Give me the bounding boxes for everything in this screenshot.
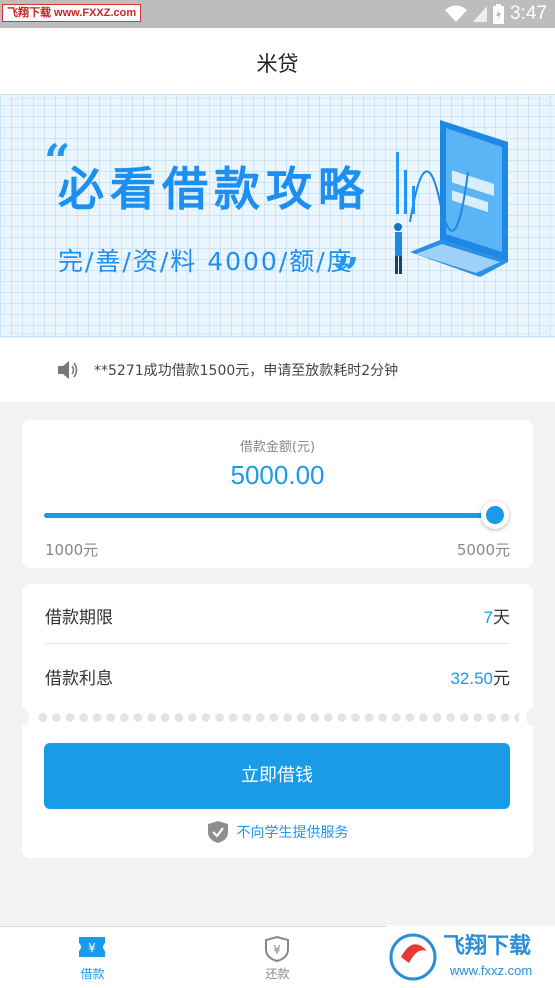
clock: 3:47: [510, 3, 547, 24]
notice-text: **5271成功借款1500元，申请至放款耗时2分钟: [94, 363, 399, 379]
notice-bar: **5271成功借款1500元，申请至放款耗时2分钟: [0, 338, 555, 402]
amount-value: 5000.00: [230, 460, 325, 490]
interest-unit: 元: [493, 669, 510, 689]
loan-term-label: 借款期限: [45, 608, 113, 628]
ticket-notch-left: [15, 708, 29, 726]
loan-term-value: 7天: [484, 603, 510, 628]
interest-row: 借款利息 32.50元: [45, 645, 510, 705]
svg-text:¥: ¥: [273, 943, 281, 957]
status-bar: 飞翔下载 www.FXXZ.com 3:47: [0, 0, 555, 28]
loan-term-unit: 天: [493, 608, 510, 628]
page-title: 米贷: [256, 52, 299, 76]
status-icons: 3:47: [445, 3, 547, 25]
watermark-brand: 飞翔下载: [443, 933, 531, 959]
speaker-icon: [58, 361, 78, 379]
terms-card: 借款期限 7天 借款利息 32.50元 立即借钱 不向学生提供服务: [15, 584, 540, 858]
wifi-icon: [445, 5, 468, 22]
tab-borrow-label: 借款: [80, 967, 105, 981]
svg-text:¥: ¥: [88, 941, 96, 955]
loan-term-number: 7: [483, 608, 493, 627]
interest-value: 32.50元: [450, 664, 510, 689]
interest-label: 借款利息: [45, 669, 113, 689]
slider-thumb[interactable]: [481, 501, 509, 529]
signal-icon: [473, 6, 488, 22]
loan-term-row[interactable]: 借款期限 7天: [45, 584, 510, 644]
watermark-url: www.fxxz.com: [449, 963, 532, 978]
slider-fill: [44, 513, 495, 518]
battery-icon: [493, 4, 505, 24]
student-note: 不向学生提供服务: [22, 820, 533, 844]
shield-yen-icon: ¥: [265, 935, 289, 963]
tab-repay[interactable]: ¥ 还款: [185, 927, 370, 988]
quote-close: ”: [335, 249, 360, 298]
amount-label: 借款金额(元): [239, 440, 316, 455]
tab-repay-label: 还款: [265, 967, 290, 981]
amount-card: 借款金额(元) 5000.00 1000元 5000元: [22, 420, 533, 568]
student-note-text: 不向学生提供服务: [236, 825, 349, 841]
min-amount-label: 1000元: [45, 541, 99, 559]
laptop-illustration: [394, 120, 508, 277]
dotted-divider: [36, 713, 519, 722]
banner-subline: 完/善/资/料 4000/额/度: [58, 247, 354, 276]
borrow-now-button[interactable]: 立即借钱: [44, 743, 510, 809]
app-header: 米贷: [0, 28, 555, 94]
ticket-yen-icon: ¥: [79, 937, 105, 957]
shield-check-icon: [207, 821, 228, 843]
ticket-notch-right: [526, 708, 540, 726]
watermark-logo: 飞翔下载 www.FXXZ.com: [2, 4, 142, 22]
watermark-badge: 飞翔下载 www.fxxz.com: [387, 925, 555, 988]
amount-slider[interactable]: [44, 501, 509, 529]
banner-headline: 必看借款攻略: [58, 162, 370, 216]
tab-borrow[interactable]: ¥ 借款: [0, 927, 185, 988]
max-amount-label: 5000元: [456, 541, 510, 559]
interest-number: 32.50: [450, 669, 493, 688]
